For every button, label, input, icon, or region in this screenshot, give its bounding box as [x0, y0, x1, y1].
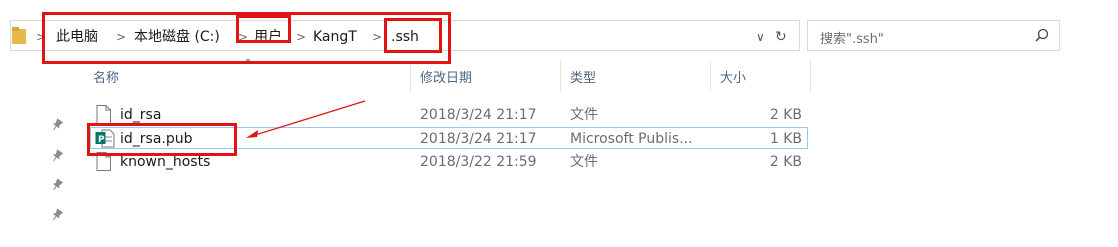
annotation-arrow	[246, 100, 366, 138]
